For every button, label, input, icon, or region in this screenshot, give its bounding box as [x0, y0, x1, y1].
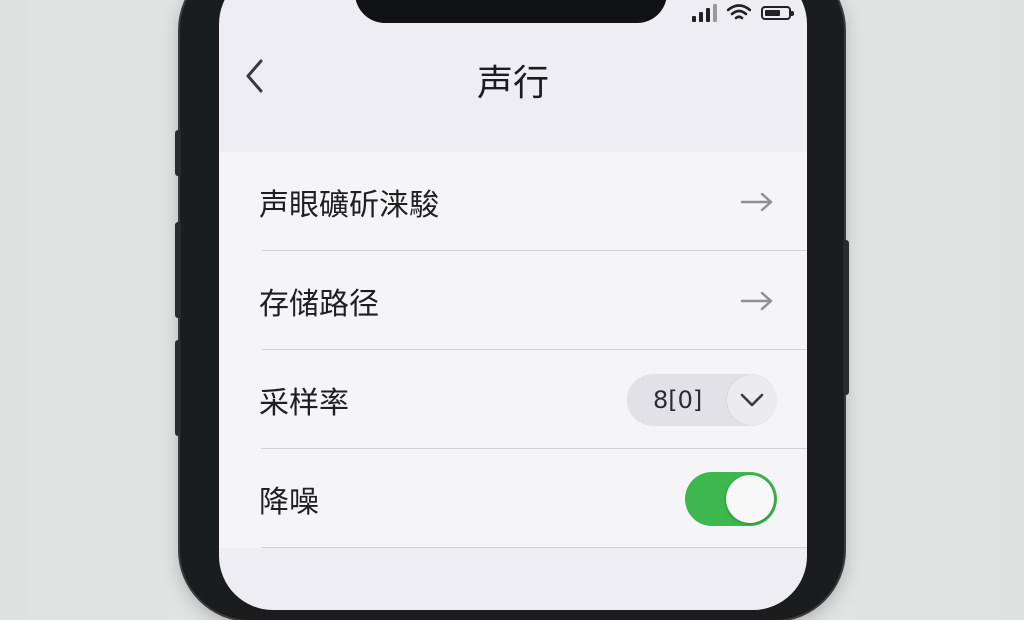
settings-row-sample-rate: 采样率 8[0] — [219, 350, 807, 449]
side-button-mute — [175, 130, 181, 176]
toggle-knob — [726, 474, 774, 523]
wifi-icon — [727, 4, 751, 20]
settings-row-label: 降噪 — [259, 484, 319, 520]
chevron-down-icon — [727, 374, 777, 425]
settings-row-noise-reduction: 降噪 — [219, 449, 807, 548]
side-button-power — [843, 240, 849, 395]
status-bar — [692, 4, 794, 22]
page-title: 声行 — [476, 63, 549, 104]
cellular-signal-icon — [692, 4, 717, 22]
noise-reduction-toggle[interactable] — [685, 471, 777, 526]
settings-row-0[interactable]: 声眼礦斫涞駿 — [219, 152, 807, 251]
side-button-volume-down — [175, 340, 181, 436]
arrow-right-icon — [737, 187, 777, 217]
settings-row-storage-path[interactable]: 存储路径 — [219, 251, 807, 350]
sample-rate-select[interactable]: 8[0] — [627, 373, 777, 426]
battery-icon — [761, 6, 794, 20]
settings-row-label: 声眼礦斫涞駿 — [259, 187, 439, 223]
side-button-volume-up — [175, 222, 181, 318]
notch — [355, 0, 667, 23]
settings-row-label: 存储路径 — [259, 286, 379, 322]
settings-list: 声眼礦斫涞駿 存储路径 采样率 8[0] 降噪 — [219, 152, 807, 548]
sample-rate-value: 8[0] — [653, 385, 703, 414]
settings-row-label: 采样率 — [259, 385, 349, 421]
arrow-right-icon — [737, 286, 777, 316]
phone-screen: 声行 声眼礦斫涞駿 存储路径 采样率 8[0] 降噪 — [219, 0, 807, 610]
